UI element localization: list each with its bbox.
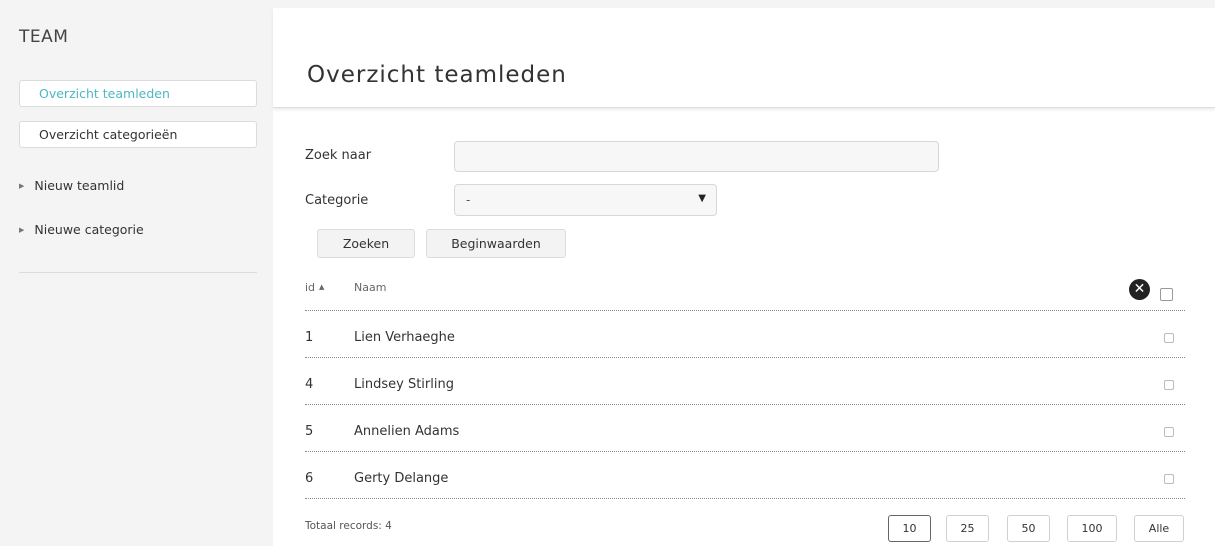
sidebar-item-overzicht-categorieen[interactable]: Overzicht categorieën [19,121,257,148]
search-input[interactable] [454,141,939,172]
sidebar-title: TEAM [19,27,69,47]
row-divider [305,357,1185,358]
column-header-id[interactable]: id ▲ [305,281,324,294]
page-header: Overzicht teamleden [273,8,1215,108]
search-label: Zoek naar [305,148,372,163]
row-checkbox[interactable] [1164,474,1174,484]
sort-ascending-icon: ▲ [319,283,325,291]
page-size-50-button[interactable]: 50 [1007,515,1050,542]
clear-filter-icon[interactable]: ✕ [1129,279,1150,300]
table-row: 5 Annelien Adams [305,407,1185,453]
row-id: 4 [305,377,314,392]
row-divider [305,498,1185,499]
sidebar: TEAM Overzicht teamleden Overzicht categ… [0,0,273,546]
row-id: 1 [305,330,314,345]
reset-button[interactable]: Beginwaarden [426,229,566,258]
page-size-25-button[interactable]: 25 [946,515,989,542]
row-id: 5 [305,424,314,439]
row-checkbox[interactable] [1164,333,1174,343]
page-size-10-button[interactable]: 10 [888,515,931,542]
page-size-100-button[interactable]: 100 [1067,515,1117,542]
page-title: Overzicht teamleden [307,62,567,88]
table-row: 1 Lien Verhaeghe [305,313,1185,359]
sidebar-link-label: Nieuw teamlid [34,178,125,193]
select-all-checkbox[interactable] [1160,288,1173,301]
search-button[interactable]: Zoeken [317,229,415,258]
row-checkbox[interactable] [1164,380,1174,390]
triangle-right-icon: ▶ [19,225,25,234]
row-divider [305,404,1185,405]
sidebar-link-nieuwe-categorie[interactable]: ▶ Nieuwe categorie [19,222,144,237]
row-id: 6 [305,471,314,486]
sidebar-item-overzicht-teamleden[interactable]: Overzicht teamleden [19,80,257,107]
sidebar-divider [19,272,257,273]
row-name: Annelien Adams [354,424,460,439]
dropdown-arrow-icon: ▼ [698,193,706,204]
column-header-id-label: id [305,281,316,294]
row-name: Gerty Delange [354,471,449,486]
row-checkbox[interactable] [1164,427,1174,437]
total-records: Totaal records: 4 [305,520,392,532]
row-divider [305,451,1185,452]
sidebar-link-label: Nieuwe categorie [34,222,144,237]
category-label: Categorie [305,193,369,208]
top-strip [273,0,1215,8]
column-header-name[interactable]: Naam [354,281,386,294]
triangle-right-icon: ▶ [19,181,25,190]
row-name: Lindsey Stirling [354,377,454,392]
table-row: 6 Gerty Delange [305,454,1185,500]
table-row: 4 Lindsey Stirling [305,360,1185,406]
sidebar-link-nieuw-teamlid[interactable]: ▶ Nieuw teamlid [19,178,124,193]
row-divider [305,310,1185,311]
page-size-all-button[interactable]: Alle [1134,515,1184,542]
row-name: Lien Verhaeghe [354,330,455,345]
category-select-value: - [466,193,471,207]
category-select[interactable]: - ▼ [454,184,717,216]
